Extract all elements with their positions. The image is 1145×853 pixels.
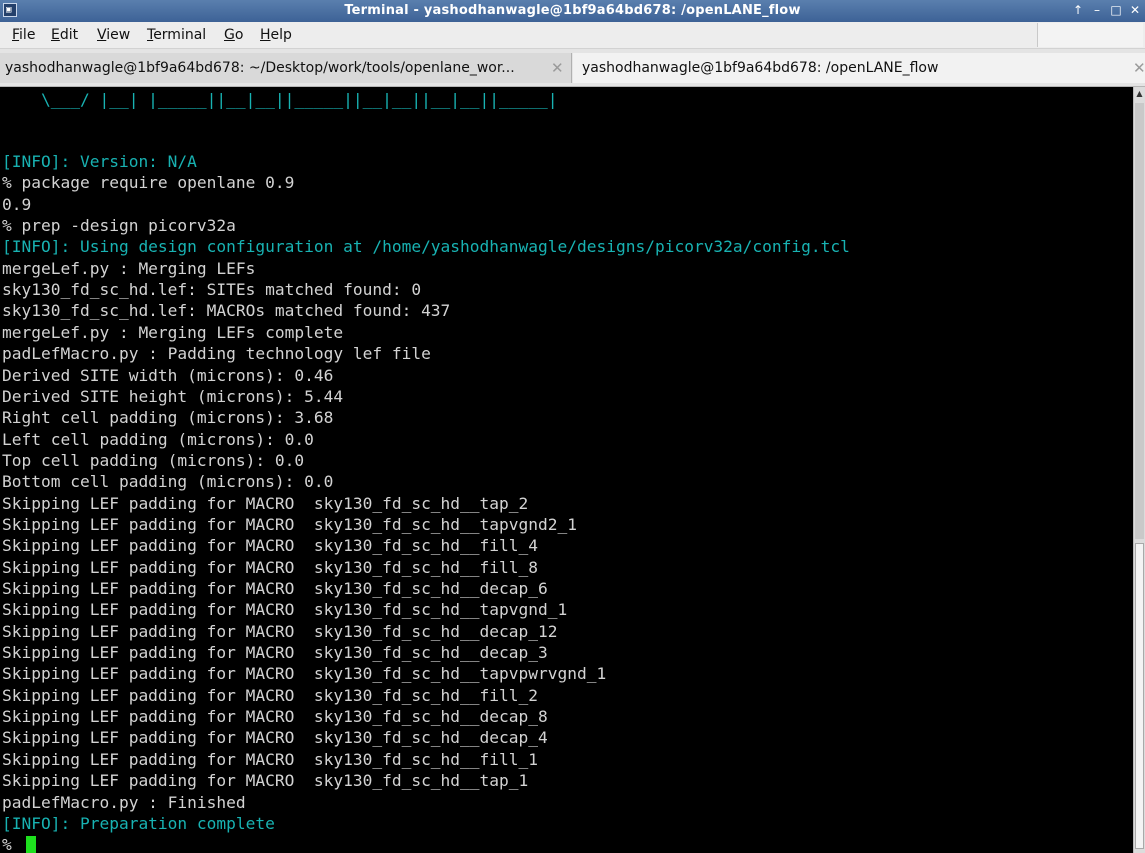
terminal-line: [INFO]: Using design configuration at /h… [2,237,850,256]
terminal-line: [INFO]: Version: N/A [2,152,197,171]
title-bar[interactable]: ▣ Terminal - yashodhanwagle@1bf9a64bd678… [0,0,1145,22]
menubar-handle [1037,23,1143,47]
tab-desktop-work[interactable]: yashodhanwagle@1bf9a64bd678: ~/Desktop/w… [0,53,572,83]
terminal-line: padLefMacro.py : Padding technology lef … [2,344,431,363]
terminal-line: Skipping LEF padding for MACRO sky130_fd… [2,536,539,555]
tab-label: yashodhanwagle@1bf9a64bd678: /openLANE_f… [582,60,939,76]
terminal-line: % package require openlane 0.9 [2,173,295,192]
terminal-line: sky130_fd_sc_hd.lef: MACROs matched foun… [2,301,451,320]
scrollbar-track[interactable] [1135,103,1144,539]
terminal-line: Bottom cell padding (microns): 0.0 [2,472,334,491]
shell-prompt[interactable]: % [2,834,36,853]
ascii-art-banner: \___/ |__| |_____||__|__||_____||__|__||… [2,90,558,109]
terminal-line: Skipping LEF padding for MACRO sky130_fd… [2,728,548,747]
terminal-line: Skipping LEF padding for MACRO sky130_fd… [2,622,558,641]
menu-go[interactable]: Go [224,27,243,43]
terminal-line: Skipping LEF padding for MACRO sky130_fd… [2,515,577,534]
terminal-line: mergeLef.py : Merging LEFs [2,259,256,278]
terminal-line: Skipping LEF padding for MACRO sky130_fd… [2,643,548,662]
terminal-line: Skipping LEF padding for MACRO sky130_fd… [2,750,539,769]
terminal-line: Skipping LEF padding for MACRO sky130_fd… [2,494,529,513]
terminal-output[interactable]: \___/ |__| |_____||__|__||_____||__|__||… [0,87,1133,853]
maximize-icon[interactable]: □ [1110,2,1122,19]
terminal-line: [INFO]: Preparation complete [2,814,275,833]
terminal-line: Skipping LEF padding for MACRO sky130_fd… [2,600,568,619]
terminal-line: sky130_fd_sc_hd.lef: SITEs matched found… [2,280,422,299]
terminal-line: 0.9 [2,195,32,214]
menu-terminal[interactable]: Terminal [147,27,206,43]
terminal-line: Derived SITE height (microns): 5.44 [2,387,344,406]
terminal-line: Skipping LEF padding for MACRO sky130_fd… [2,558,539,577]
window-title: Terminal - yashodhanwagle@1bf9a64bd678: … [344,3,801,18]
terminal-line: Skipping LEF padding for MACRO sky130_fd… [2,707,548,726]
terminal-line: Derived SITE width (microns): 0.46 [2,366,334,385]
menu-help[interactable]: Help [260,27,292,43]
terminal-line: Skipping LEF padding for MACRO sky130_fd… [2,771,529,790]
menu-bar: File Edit View Terminal Go Help [0,22,1145,49]
terminal-line: Skipping LEF padding for MACRO sky130_fd… [2,664,607,683]
terminal-line: mergeLef.py : Merging LEFs complete [2,323,344,342]
scrollbar-thumb[interactable] [1135,543,1144,849]
tab-close-icon[interactable]: ✕ [551,53,564,83]
terminal-line: Skipping LEF padding for MACRO sky130_fd… [2,579,548,598]
text-cursor [25,836,36,853]
pin-icon[interactable]: ↑ [1072,2,1084,19]
tab-close-icon[interactable]: ✕ [1133,53,1145,83]
terminal-line: % prep -design picorv32a [2,216,236,235]
terminal-window: ▣ Terminal - yashodhanwagle@1bf9a64bd678… [0,0,1145,853]
tab-label: yashodhanwagle@1bf9a64bd678: ~/Desktop/w… [5,60,515,76]
vertical-scrollbar[interactable]: ▲ [1133,87,1145,853]
terminal-line: Top cell padding (microns): 0.0 [2,451,305,470]
terminal-line: Left cell padding (microns): 0.0 [2,430,314,449]
menu-edit[interactable]: Edit [51,27,78,43]
tab-bar: yashodhanwagle@1bf9a64bd678: ~/Desktop/w… [0,49,1145,87]
terminal-line: Skipping LEF padding for MACRO sky130_fd… [2,686,539,705]
scroll-up-arrow-icon[interactable]: ▲ [1134,87,1145,101]
close-icon[interactable]: ✕ [1129,2,1141,19]
terminal-line: Right cell padding (microns): 3.68 [2,408,334,427]
menu-view[interactable]: View [97,27,130,43]
minimize-icon[interactable]: – [1091,2,1103,19]
window-controls: ↑ – □ ✕ [1072,2,1141,19]
tab-openlane-flow[interactable]: yashodhanwagle@1bf9a64bd678: /openLANE_f… [573,53,1145,83]
prompt-symbol: % [2,835,22,853]
menu-file[interactable]: File [12,27,35,43]
terminal-line: padLefMacro.py : Finished [2,793,246,812]
